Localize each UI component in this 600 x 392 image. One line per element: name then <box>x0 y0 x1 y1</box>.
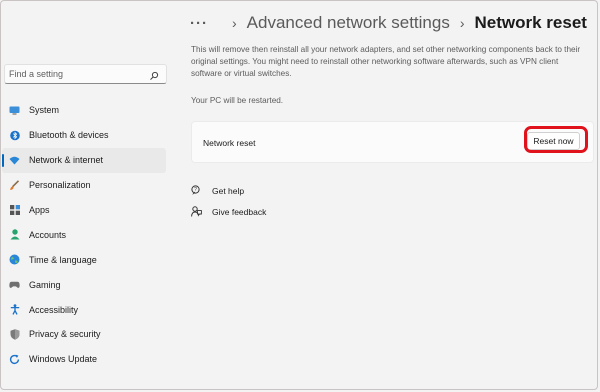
help-links: ? Get help Give feedback <box>191 180 266 222</box>
get-help-label: Get help <box>212 185 245 196</box>
help-icon: ? <box>191 185 203 197</box>
sidebar-item-label: System <box>29 105 60 116</box>
reset-now-button[interactable]: Reset now <box>527 132 580 150</box>
sidebar-item-windows-update[interactable]: Windows Update <box>2 347 166 372</box>
restart-note: Your PC will be restarted. <box>191 96 284 105</box>
sidebar-item-label: Personalization <box>29 180 91 191</box>
sidebar: System Bluetooth & devices Network & int… <box>0 0 176 392</box>
shield-icon <box>9 329 20 340</box>
sidebar-item-accounts[interactable]: Accounts <box>2 222 166 247</box>
search-box[interactable] <box>4 64 167 84</box>
give-feedback-label: Give feedback <box>212 206 267 217</box>
chevron-right-icon: › <box>459 15 465 31</box>
update-icon <box>9 354 20 365</box>
sidebar-item-label: Gaming <box>29 279 61 290</box>
feedback-icon <box>191 205 203 218</box>
sidebar-item-time-language[interactable]: Time & language <box>2 247 166 272</box>
sidebar-item-label: Time & language <box>29 254 97 265</box>
accounts-icon <box>9 229 20 240</box>
system-icon <box>9 105 20 116</box>
sidebar-item-label: Accounts <box>29 229 67 240</box>
sidebar-item-label: Privacy & security <box>29 329 101 340</box>
breadcrumb-overflow-button[interactable]: ··· <box>190 15 208 32</box>
breadcrumb: ··· › Advanced network settings › Networ… <box>190 10 587 36</box>
sidebar-item-gaming[interactable]: Gaming <box>2 272 166 297</box>
accessibility-icon <box>9 304 20 315</box>
bluetooth-icon <box>9 130 20 141</box>
sidebar-item-label: Network & internet <box>29 155 104 166</box>
chevron-right-icon: › <box>232 15 237 31</box>
sidebar-item-accessibility[interactable]: Accessibility <box>2 297 166 322</box>
breadcrumb-parent-link[interactable]: Advanced network settings <box>247 13 450 33</box>
sidebar-item-label: Accessibility <box>29 304 79 315</box>
reset-description: This will remove then reinstall all your… <box>191 45 581 78</box>
sidebar-item-network[interactable]: Network & internet <box>2 147 166 173</box>
sidebar-item-bluetooth[interactable]: Bluetooth & devices <box>2 123 166 148</box>
network-reset-card: Network reset Reset now <box>191 121 594 163</box>
sidebar-item-label: Windows Update <box>29 354 98 365</box>
network-reset-label: Network reset <box>203 138 256 148</box>
get-help-link[interactable]: ? Get help <box>191 180 266 201</box>
apps-icon <box>9 205 20 216</box>
search-icon[interactable] <box>149 68 161 80</box>
gaming-icon <box>9 279 20 290</box>
sidebar-item-system[interactable]: System <box>2 98 166 123</box>
sidebar-item-personalization[interactable]: Personalization <box>2 173 166 198</box>
sidebar-item-apps[interactable]: Apps <box>2 198 166 223</box>
search-input[interactable] <box>5 69 147 79</box>
svg-text:?: ? <box>194 187 197 193</box>
globe-icon <box>9 254 20 265</box>
page-title: Network reset <box>474 13 587 32</box>
brush-icon <box>9 179 20 191</box>
wifi-icon <box>9 155 20 166</box>
sidebar-item-label: Bluetooth & devices <box>29 130 109 141</box>
sidebar-nav: System Bluetooth & devices Network & int… <box>0 98 168 372</box>
sidebar-item-label: Apps <box>29 205 50 215</box>
sidebar-item-privacy[interactable]: Privacy & security <box>2 322 166 347</box>
give-feedback-link[interactable]: Give feedback <box>191 201 266 222</box>
